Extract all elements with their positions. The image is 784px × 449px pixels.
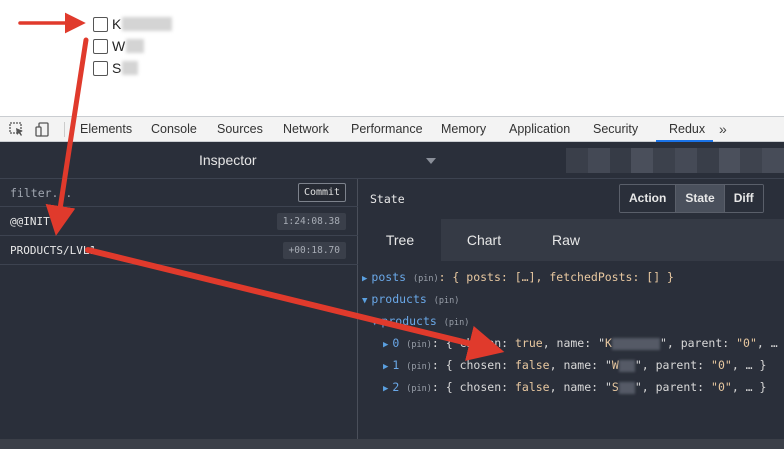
state-heading: State [370,192,405,206]
checkbox-row[interactable]: K [93,15,173,33]
device-toolbar-icon[interactable] [35,122,51,137]
checkbox-row[interactable]: W [93,37,145,55]
tree-node-posts[interactable]: ▶ posts (pin): { posts: […], fetchedPosts… [362,268,674,286]
action-list-item[interactable]: @@INIT 1:24:08.38 [0,207,358,236]
redacted-text [126,39,145,53]
collapse-arrow-icon[interactable]: ▼ [362,296,367,306]
monitor-dropdown-icon[interactable] [426,158,436,164]
state-pane: State Action State Diff Tree Chart Raw ▶… [359,179,784,449]
state-header: State Action State Diff [359,179,784,219]
state-tree: ▶ posts (pin): { posts: […], fetchedPosts… [359,261,784,449]
monitor-title: Inspector [199,152,257,168]
tab-tree[interactable]: Tree [359,219,441,261]
tree-node-products[interactable]: ▼ products (pin) [362,290,459,308]
tab-redux[interactable]: Redux [669,117,705,142]
redacted-instance-selector[interactable] [566,148,784,173]
devtools-tab-bar: Elements Console Sources Network Perform… [0,116,784,142]
checkbox-row[interactable]: S [93,59,139,77]
diff-mode-button[interactable]: Diff [724,185,763,212]
collapse-arrow-icon[interactable]: ▼ [372,318,377,328]
expand-arrow-icon[interactable]: ▶ [383,340,388,350]
toolbar-divider [64,122,65,137]
checkbox-label: K [112,16,122,32]
tab-memory[interactable]: Memory [441,117,486,142]
tab-raw[interactable]: Raw [525,219,607,261]
view-tab-bar: Tree Chart Raw [359,219,784,261]
checkbox-label: S [112,60,122,76]
tab-network[interactable]: Network [283,117,329,142]
redacted-text [122,17,173,31]
expand-arrow-icon[interactable]: ▶ [383,384,388,394]
monitor-header: Inspector [0,142,784,179]
tab-elements[interactable]: Elements [80,117,132,142]
tab-console[interactable]: Console [151,117,197,142]
tab-performance[interactable]: Performance [351,117,423,142]
checkbox-label: W [112,38,126,54]
tab-security[interactable]: Security [593,117,638,142]
inspector-mode-switch: Action State Diff [619,184,764,213]
redacted-text [618,359,635,372]
action-timestamp: 1:24:08.38 [276,213,346,230]
commit-button[interactable]: Commit [298,183,346,202]
action-timestamp: +00:18.70 [282,242,346,259]
action-name: PRODUCTS/LVL1 [10,244,97,257]
horizontal-scrollbar[interactable] [0,439,784,449]
tree-node-products-inner[interactable]: ▼ products (pin) [372,312,469,330]
redacted-text [122,61,139,75]
action-mode-button[interactable]: Action [620,185,677,212]
action-list-pane: filter... Commit @@INIT 1:24:08.38 PRODU… [0,179,358,449]
tab-application[interactable]: Application [509,117,570,142]
expand-arrow-icon[interactable]: ▶ [362,274,367,284]
action-name: @@INIT [10,215,50,228]
redux-devtools-panel: Inspector filter... Commit @@INIT 1:24:0… [0,142,784,449]
tree-node-product[interactable]: ▶ 0 (pin): { chosen: true, name: "K ", par… [383,334,784,352]
checkbox[interactable] [93,60,108,76]
inspect-element-icon[interactable] [9,122,25,137]
tree-node-product[interactable]: ▶ 2 (pin): { chosen: false, name: "S ", pa… [383,378,766,396]
checkbox[interactable] [93,16,108,32]
action-filter-bar: filter... Commit [0,179,358,207]
page-content: K W S [0,0,784,116]
redacted-text [618,381,635,394]
checkbox[interactable] [93,38,108,54]
redacted-text [611,337,660,350]
tab-chart[interactable]: Chart [443,219,525,261]
filter-input[interactable]: filter... [10,186,72,200]
tab-sources[interactable]: Sources [217,117,263,142]
expand-arrow-icon[interactable]: ▶ [383,362,388,372]
tree-node-product[interactable]: ▶ 1 (pin): { chosen: false, name: "W ", pa… [383,356,766,374]
more-tabs-button[interactable]: » [719,117,727,142]
state-mode-button[interactable]: State [676,185,725,212]
action-list-item[interactable]: PRODUCTS/LVL1 +00:18.70 [0,236,358,265]
